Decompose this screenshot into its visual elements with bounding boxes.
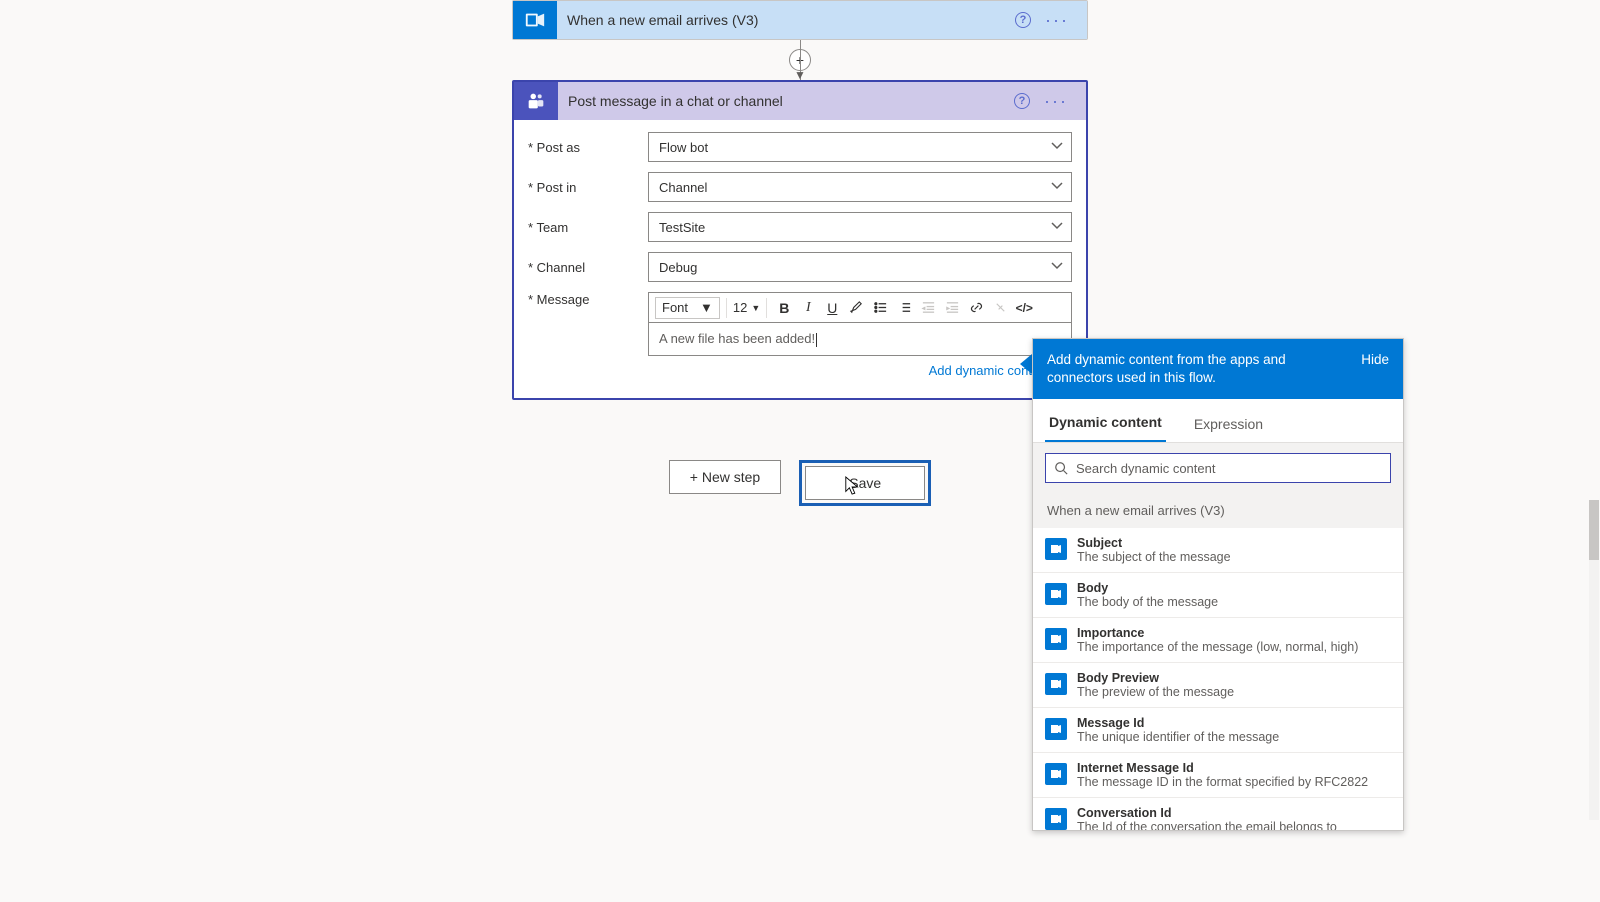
new-step-button[interactable]: + New step xyxy=(669,460,781,494)
highlight-button[interactable] xyxy=(845,297,867,319)
outlook-icon xyxy=(1045,763,1067,785)
italic-button[interactable]: I xyxy=(797,297,819,319)
combo-post-as[interactable]: Flow bot xyxy=(648,132,1072,162)
font-dropdown[interactable]: Font▼ xyxy=(655,297,720,319)
code-view-button[interactable]: </> xyxy=(1013,297,1035,319)
trigger-title: When a new email arrives (V3) xyxy=(557,12,1015,28)
flyout-pointer xyxy=(1020,354,1032,374)
dc-item[interactable]: Internet Message IdThe message ID in the… xyxy=(1033,753,1403,798)
combo-team[interactable]: TestSite xyxy=(648,212,1072,242)
more-icon[interactable]: ··· xyxy=(1044,92,1068,110)
dc-item-title: Body Preview xyxy=(1077,671,1234,685)
dc-item[interactable]: Conversation IdThe Id of the conversatio… xyxy=(1033,798,1403,830)
dc-item-sub: The subject of the message xyxy=(1077,550,1231,564)
label-post-as: * Post as xyxy=(528,140,648,155)
dc-item-sub: The message ID in the format specified b… xyxy=(1077,775,1368,789)
dc-item[interactable]: SubjectThe subject of the message xyxy=(1033,528,1403,573)
message-input[interactable]: A new file has been added! xyxy=(648,322,1072,356)
dc-item-sub: The Id of the conversation the email bel… xyxy=(1077,820,1337,830)
outdent-button[interactable] xyxy=(917,297,939,319)
combo-channel[interactable]: Debug xyxy=(648,252,1072,282)
hide-button[interactable]: Hide xyxy=(1361,351,1389,369)
chevron-down-icon xyxy=(1051,260,1063,275)
dc-item[interactable]: BodyThe body of the message xyxy=(1033,573,1403,618)
add-dynamic-content-link[interactable]: Add dynamic content ⁺ xyxy=(648,362,1072,378)
font-size-dropdown[interactable]: 12 ▼ xyxy=(733,300,760,315)
dc-item-title: Importance xyxy=(1077,626,1358,640)
help-icon[interactable]: ? xyxy=(1014,93,1030,109)
teams-icon xyxy=(514,82,558,120)
dc-item[interactable]: Message IdThe unique identifier of the m… xyxy=(1033,708,1403,753)
action-card[interactable]: Post message in a chat or channel ? ··· … xyxy=(512,80,1088,400)
trigger-card[interactable]: When a new email arrives (V3) ? ··· xyxy=(512,0,1088,40)
action-title: Post message in a chat or channel xyxy=(558,93,1014,109)
outlook-icon xyxy=(1045,673,1067,695)
dc-item-title: Internet Message Id xyxy=(1077,761,1368,775)
chevron-down-icon xyxy=(1051,180,1063,195)
add-step-connector[interactable]: + ▼ xyxy=(789,40,811,80)
scrollbar-thumb[interactable] xyxy=(1589,500,1599,560)
more-icon[interactable]: ··· xyxy=(1045,11,1069,29)
dc-item-title: Subject xyxy=(1077,536,1231,550)
outlook-icon xyxy=(1045,583,1067,605)
dc-item[interactable]: ImportanceThe importance of the message … xyxy=(1033,618,1403,663)
dc-item-sub: The body of the message xyxy=(1077,595,1218,609)
search-placeholder: Search dynamic content xyxy=(1076,461,1215,476)
outlook-icon xyxy=(513,1,557,39)
dc-item-title: Message Id xyxy=(1077,716,1279,730)
dc-item[interactable]: Body PreviewThe preview of the message xyxy=(1033,663,1403,708)
dynamic-content-panel: Add dynamic content from the apps and co… xyxy=(1032,338,1404,831)
help-icon[interactable]: ? xyxy=(1015,12,1031,28)
dc-item-sub: The unique identifier of the message xyxy=(1077,730,1279,744)
outlook-icon xyxy=(1045,538,1067,560)
save-button[interactable]: Save xyxy=(805,466,925,500)
tab-expression[interactable]: Expression xyxy=(1190,416,1267,442)
bold-button[interactable]: B xyxy=(773,297,795,319)
search-icon xyxy=(1054,461,1068,475)
label-post-in: * Post in xyxy=(528,180,648,195)
search-input[interactable]: Search dynamic content xyxy=(1045,453,1391,483)
dc-list: SubjectThe subject of the messageBodyThe… xyxy=(1033,528,1403,830)
combo-post-in[interactable]: Channel xyxy=(648,172,1072,202)
chevron-down-icon xyxy=(1051,140,1063,155)
label-message: * Message xyxy=(528,292,648,307)
dc-item-sub: The importance of the message (low, norm… xyxy=(1077,640,1358,654)
scrollbar[interactable] xyxy=(1589,500,1599,820)
numbered-list-button[interactable] xyxy=(893,297,915,319)
dc-header-text: Add dynamic content from the apps and co… xyxy=(1047,351,1361,387)
outlook-icon xyxy=(1045,808,1067,830)
dc-item-title: Conversation Id xyxy=(1077,806,1337,820)
unlink-button[interactable] xyxy=(989,297,1011,319)
underline-button[interactable]: U xyxy=(821,297,843,319)
rte-toolbar: Font▼ 12 ▼ B I U </> xyxy=(648,292,1072,322)
outlook-icon xyxy=(1045,718,1067,740)
label-channel: * Channel xyxy=(528,260,648,275)
dc-section-label: When a new email arrives (V3) xyxy=(1033,493,1403,528)
outlook-icon xyxy=(1045,628,1067,650)
chevron-down-icon xyxy=(1051,220,1063,235)
dc-item-sub: The preview of the message xyxy=(1077,685,1234,699)
label-team: * Team xyxy=(528,220,648,235)
indent-button[interactable] xyxy=(941,297,963,319)
bulleted-list-button[interactable] xyxy=(869,297,891,319)
link-button[interactable] xyxy=(965,297,987,319)
dc-item-title: Body xyxy=(1077,581,1218,595)
tab-dynamic-content[interactable]: Dynamic content xyxy=(1045,414,1166,442)
